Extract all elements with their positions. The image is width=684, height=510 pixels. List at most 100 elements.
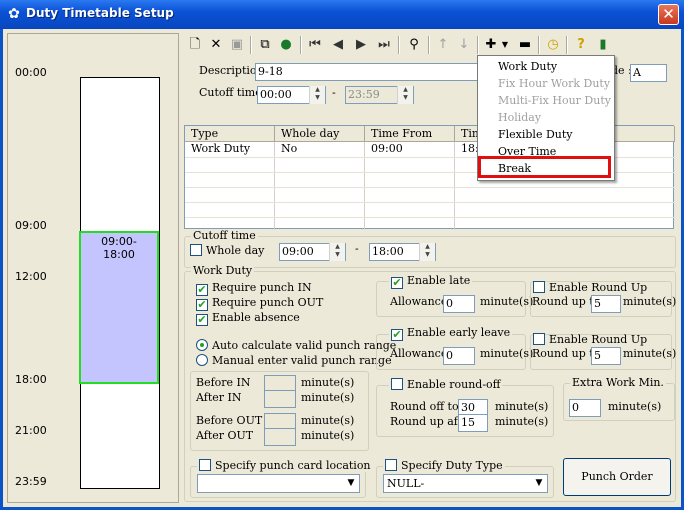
require-punch-in-checkbox[interactable]: ✔ Require punch IN <box>196 281 312 296</box>
enable-round-off-check[interactable] <box>391 378 403 390</box>
early-round-up-check[interactable] <box>533 333 545 345</box>
early-round-up-checkbox[interactable]: Enable Round Up <box>533 333 647 346</box>
save-icon[interactable]: ▣ <box>228 36 246 54</box>
require-punch-out-check[interactable]: ✔ <box>196 299 208 311</box>
first-record-icon[interactable]: ⏮ <box>306 36 324 54</box>
timeline-label-2359: 23:59 <box>15 475 47 488</box>
enable-early-leave-checkbox[interactable]: ✔ Enable early leave <box>389 326 513 341</box>
enable-round-off-label: Enable round-off <box>407 378 501 391</box>
enable-late-label: Enable late <box>407 274 471 287</box>
enable-absence-check[interactable]: ✔ <box>196 314 208 326</box>
menu-item-fix-hour-work-duty[interactable]: Fix Hour Work Duty <box>478 75 614 92</box>
menu-item-work-duty[interactable]: Work Duty <box>478 58 614 75</box>
before-in-minutes: minute(s) <box>301 376 355 389</box>
punch-location-checkbox[interactable]: Specify punch card location <box>197 459 373 472</box>
find-icon[interactable]: ⚲ <box>405 36 423 54</box>
cutoff-section-to-spinner[interactable]: ▲ ▼ <box>419 243 435 261</box>
duty-type-select[interactable]: NULL- ▼ <box>383 474 548 493</box>
timeline-duty-block[interactable]: 09:00- 18:00 <box>79 231 159 384</box>
before-out-minutes: minute(s) <box>301 414 355 427</box>
toolbar-separator <box>538 36 540 54</box>
early-round-up-minutes: minute(s) <box>623 347 677 360</box>
extra-work-field[interactable]: 0 <box>569 399 601 417</box>
last-record-icon[interactable]: ⏭ <box>375 36 393 54</box>
manual-enter-label: Manual enter valid punch range <box>212 354 392 367</box>
auto-calculate-radio-dot[interactable] <box>196 339 208 351</box>
toolbar-separator <box>250 36 252 54</box>
after-in-field[interactable] <box>264 390 296 408</box>
column-header-whole-day[interactable]: Whole day <box>275 126 365 142</box>
chevron-down-icon[interactable]: ▼ <box>343 475 359 492</box>
whole-day-checkbox-box[interactable] <box>190 244 202 256</box>
round-up-after-minutes: minute(s) <box>495 415 549 428</box>
timeline-block-end: 18:00 <box>103 248 135 261</box>
after-out-field[interactable] <box>264 428 296 446</box>
title-bar[interactable]: ✿ Duty Timetable Setup ✕ <box>0 0 684 29</box>
cutoff-from-spinner[interactable]: ▲ ▼ <box>309 86 325 104</box>
cutoff-section-from-spinner[interactable]: ▲ ▼ <box>329 243 345 261</box>
menu-item-holiday[interactable]: Holiday <box>478 109 614 126</box>
manual-enter-radio-dot[interactable] <box>196 354 208 366</box>
remove-icon[interactable]: ▬ <box>516 36 534 54</box>
next-record-icon[interactable]: ▶ <box>352 36 370 54</box>
round-off-to-label: Round off to <box>390 400 459 413</box>
manual-enter-radio[interactable]: Manual enter valid punch range <box>196 354 392 367</box>
early-allowance-field[interactable]: 0 <box>443 347 475 365</box>
round-off-to-minutes: minute(s) <box>495 400 549 413</box>
copy-icon[interactable]: ⧉ <box>256 36 274 54</box>
timeline-label-1800: 18:00 <box>15 373 47 386</box>
late-round-up-minutes: minute(s) <box>623 295 677 308</box>
move-up-icon[interactable]: ↑ <box>434 36 452 54</box>
enable-late-checkbox[interactable]: ✔ Enable late <box>389 274 473 289</box>
require-punch-in-check[interactable]: ✔ <box>196 284 208 296</box>
require-punch-out-checkbox[interactable]: ✔ Require punch OUT <box>196 296 323 311</box>
cutoff-section-dash: - <box>355 242 359 255</box>
round-up-after-field[interactable]: 15 <box>458 414 488 432</box>
add-dropdown-icon[interactable]: ▼ <box>500 36 510 54</box>
clock-icon[interactable]: ◷ <box>544 36 562 54</box>
description-field[interactable]: 9-18 <box>255 63 485 81</box>
punch-order-button[interactable]: Punch Order <box>563 458 671 496</box>
enable-early-leave-label: Enable early leave <box>407 326 511 339</box>
before-out-label: Before OUT <box>196 414 263 427</box>
duty-type-check[interactable] <box>385 459 397 471</box>
column-header-type[interactable]: Type <box>185 126 275 142</box>
day-timeline: 09:00- 18:00 00:00 09:00 12:00 18:00 21:… <box>7 33 179 503</box>
enable-early-leave-check[interactable]: ✔ <box>391 329 403 341</box>
punch-location-select[interactable]: ▼ <box>197 474 360 493</box>
late-round-up-to-field[interactable]: 5 <box>591 295 621 313</box>
timeline-label-2100: 21:00 <box>15 424 47 437</box>
chevron-down-icon[interactable]: ▼ <box>531 475 547 492</box>
late-allowance-field[interactable]: 0 <box>443 295 475 313</box>
previous-record-icon[interactable]: ◀ <box>329 36 347 54</box>
exit-icon[interactable]: ▮ <box>594 36 612 54</box>
after-out-label: After OUT <box>196 429 254 442</box>
late-round-up-checkbox[interactable]: Enable Round Up <box>533 281 647 294</box>
menu-item-flexible-duty[interactable]: Flexible Duty <box>478 126 614 143</box>
cutoff-to-spinner[interactable]: ▲ ▼ <box>397 86 413 104</box>
add-icon[interactable]: ✚ <box>482 36 500 54</box>
late-round-up-check[interactable] <box>533 281 545 293</box>
early-allowance-label: Allowance <box>390 347 448 360</box>
enable-absence-checkbox[interactable]: ✔ Enable absence <box>196 311 300 326</box>
close-button[interactable]: ✕ <box>658 4 679 25</box>
duty-type-checkbox[interactable]: Specify Duty Type <box>383 459 505 472</box>
code-field[interactable]: A <box>630 64 667 82</box>
timeline-label-0900: 09:00 <box>15 219 47 232</box>
menu-item-multi-fix-hour-duty[interactable]: Multi-Fix Hour Duty <box>478 92 614 109</box>
auto-calculate-radio[interactable]: Auto calculate valid punch range <box>196 339 396 352</box>
column-header-time-from[interactable]: Time From <box>365 126 455 142</box>
globe-icon[interactable]: ● <box>277 36 295 54</box>
help-icon[interactable]: ? <box>572 36 590 54</box>
move-down-icon[interactable]: ↓ <box>455 36 473 54</box>
enable-round-off-checkbox[interactable]: Enable round-off <box>389 378 503 391</box>
punch-location-label: Specify punch card location <box>215 459 371 472</box>
early-round-up-to-field[interactable]: 5 <box>591 347 621 365</box>
whole-day-checkbox[interactable]: Whole day <box>190 244 264 257</box>
new-icon[interactable]: 🗋 <box>186 36 204 54</box>
delete-icon[interactable]: ✕ <box>207 36 225 54</box>
duty-type-value: NULL- <box>387 477 425 490</box>
punch-location-check[interactable] <box>199 459 211 471</box>
toolbar-separator <box>398 36 400 54</box>
enable-late-check[interactable]: ✔ <box>391 277 403 289</box>
